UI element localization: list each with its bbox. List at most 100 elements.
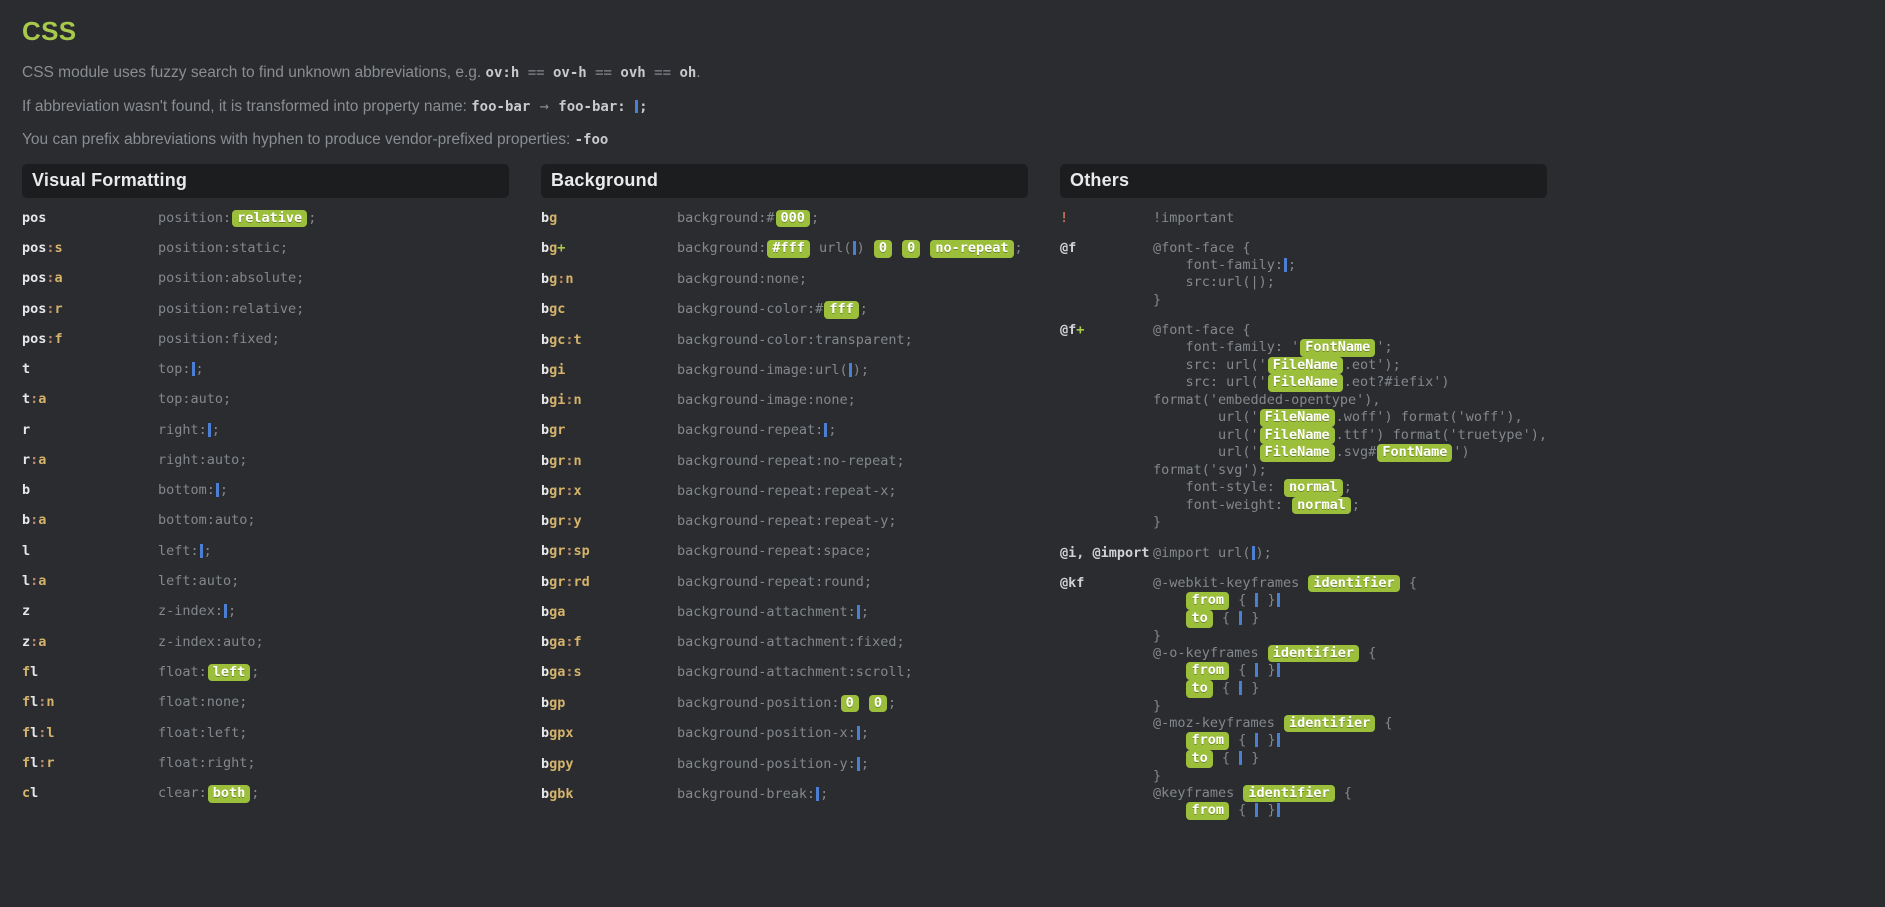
- abbreviation-token: l: [22, 543, 30, 559]
- expansion-text: }: [1259, 732, 1275, 748]
- table-row[interactable]: @i, @import@import url();: [1060, 539, 1547, 569]
- expansion-text: background-repeat:space;: [677, 543, 872, 559]
- table-row[interactable]: fl:lfloat:left;: [22, 719, 509, 749]
- table-row[interactable]: bgrbackground-repeat:;: [541, 416, 1028, 446]
- abbreviation-token: b: [541, 664, 549, 680]
- column-others: Others!!important@f@font-face { font-fam…: [1060, 164, 1547, 827]
- table-row[interactable]: bgcbackground-color:#fff;: [541, 295, 1028, 326]
- page-title: CSS: [22, 16, 1863, 47]
- table-row[interactable]: posposition:relative;: [22, 204, 509, 235]
- abbreviation-cell: bg+: [541, 234, 677, 265]
- abbreviation-token: :: [46, 301, 54, 317]
- cursor-marker: [849, 363, 852, 377]
- expansion-cell: left:auto;: [158, 567, 509, 597]
- abbreviation-cell: t: [22, 355, 158, 385]
- tabstop-pill: normal: [1292, 497, 1351, 515]
- table-row[interactable]: bgbkbackground-break:;: [541, 780, 1028, 810]
- abbreviation-token: a: [38, 573, 46, 589]
- table-row[interactable]: @f@font-face { font-family:; src:url(|);…: [1060, 234, 1547, 316]
- table-row[interactable]: ttop:;: [22, 355, 509, 385]
- expansion-text: ;: [308, 210, 316, 226]
- table-row[interactable]: !!important: [1060, 204, 1547, 234]
- table-row[interactable]: clclear:both;: [22, 779, 509, 810]
- table-row[interactable]: zz-index:;: [22, 597, 509, 627]
- abbreviation-token: b: [541, 301, 549, 317]
- abbreviation-token: :: [46, 331, 54, 347]
- table-row[interactable]: r:aright:auto;: [22, 446, 509, 476]
- table-row[interactable]: bga:fbackground-attachment:fixed;: [541, 628, 1028, 658]
- table-row[interactable]: bgr:xbackground-repeat:repeat-x;: [541, 477, 1028, 507]
- expansion-cell: background-color:#fff;: [677, 295, 1028, 326]
- table-row[interactable]: pos:fposition:fixed;: [22, 325, 509, 355]
- expansion-text: background-image:none;: [677, 392, 856, 408]
- expansion-text: background-position-y:: [677, 756, 856, 772]
- table-row[interactable]: fl:nfloat:none;: [22, 688, 509, 718]
- table-row[interactable]: bgabackground-attachment:;: [541, 598, 1028, 628]
- expansion-text: [893, 240, 901, 256]
- expansion-cell: z-index:;: [158, 597, 509, 627]
- intro-text: If abbreviation wasn't found, it is tran…: [22, 98, 471, 115]
- table-row[interactable]: bgc:tbackground-color:transparent;: [541, 326, 1028, 356]
- expansion-text: ;: [811, 210, 819, 226]
- abbreviation-cell: bga: [541, 598, 677, 628]
- table-row[interactable]: bgibackground-image:url();: [541, 356, 1028, 386]
- tabstop-pill: normal: [1284, 479, 1343, 497]
- intro-text: .: [696, 64, 700, 81]
- table-row[interactable]: fl:rfloat:right;: [22, 749, 509, 779]
- table-row[interactable]: pos:sposition:static;: [22, 234, 509, 264]
- tabstop-pill: #fff: [767, 240, 810, 258]
- table-row[interactable]: pos:aposition:absolute;: [22, 264, 509, 294]
- cursor-marker: [635, 100, 638, 113]
- expansion-cell: right:;: [158, 416, 509, 446]
- intro-code: →: [530, 97, 558, 115]
- expansion-text: @import url(: [1153, 545, 1251, 561]
- table-row[interactable]: bg+background:#fff url() 0 0 no-repeat;: [541, 234, 1028, 265]
- tabstop-pill: FileName: [1260, 409, 1335, 427]
- table-row[interactable]: t:atop:auto;: [22, 385, 509, 415]
- expansion-cell: background-attachment:fixed;: [677, 628, 1028, 658]
- abbreviation-token: :: [565, 332, 573, 348]
- table-row[interactable]: bgr:nbackground-repeat:no-repeat;: [541, 447, 1028, 477]
- table-row[interactable]: l:aleft:auto;: [22, 567, 509, 597]
- table-row[interactable]: bgpbackground-position:0 0;: [541, 689, 1028, 720]
- abbreviation-token: b: [541, 392, 549, 408]
- table-row[interactable]: bbottom:;: [22, 476, 509, 506]
- table-row[interactable]: r right:;: [22, 416, 509, 446]
- intro-text: You can prefix abbreviations with hyphen…: [22, 131, 575, 148]
- table-row[interactable]: z:az-index:auto;: [22, 628, 509, 658]
- abbreviation-cell: @i, @import: [1060, 539, 1153, 569]
- intro-code: ov-h: [553, 65, 587, 81]
- expansion-text: {: [1214, 610, 1238, 626]
- abbreviation-token: r: [22, 422, 30, 438]
- table-row[interactable]: bgi:nbackground-image:none;: [541, 386, 1028, 416]
- table-row[interactable]: lleft:;: [22, 537, 509, 567]
- table-row[interactable]: bga:sbackground-attachment:scroll;: [541, 658, 1028, 688]
- expansion-text: @-webkit-keyframes: [1153, 575, 1307, 591]
- table-row[interactable]: bg:nbackground:none;: [541, 265, 1028, 295]
- table-row[interactable]: bgr:rdbackground-repeat:round;: [541, 568, 1028, 598]
- table-row[interactable]: bgbackground:#000;: [541, 204, 1028, 235]
- abbreviation-token: a: [38, 512, 46, 528]
- abbreviation-cell: @kf: [1060, 569, 1153, 827]
- expansion-text: {: [1230, 732, 1254, 748]
- abbreviation-token: gi: [549, 392, 565, 408]
- table-row[interactable]: bgpybackground-position-y:;: [541, 750, 1028, 780]
- abbreviation-token: f: [22, 664, 30, 680]
- table-row[interactable]: bgr:spbackground-repeat:space;: [541, 537, 1028, 567]
- table-row[interactable]: @kf@-webkit-keyframes identifier { from …: [1060, 569, 1547, 827]
- table-row[interactable]: flfloat:left;: [22, 658, 509, 689]
- cursor-marker: [208, 423, 211, 437]
- abbreviation-cell: !: [1060, 204, 1153, 234]
- table-row[interactable]: pos:rposition:relative;: [22, 295, 509, 325]
- table-row[interactable]: b:abottom:auto;: [22, 506, 509, 536]
- tabstop-pill: identifier: [1268, 645, 1359, 663]
- abbreviation-cell: b:a: [22, 506, 158, 536]
- table-row[interactable]: @f+@font-face { font-family: 'FontName';…: [1060, 316, 1547, 539]
- expansion-text: [1153, 680, 1186, 696]
- expansion-text: ;: [228, 603, 236, 619]
- expansion-cell: background-attachment:;: [677, 598, 1028, 628]
- expansion-cell: background-repeat:space;: [677, 537, 1028, 567]
- table-row[interactable]: bgpxbackground-position-x:;: [541, 719, 1028, 749]
- column-header-background: Background: [541, 164, 1028, 198]
- table-row[interactable]: bgr:ybackground-repeat:repeat-y;: [541, 507, 1028, 537]
